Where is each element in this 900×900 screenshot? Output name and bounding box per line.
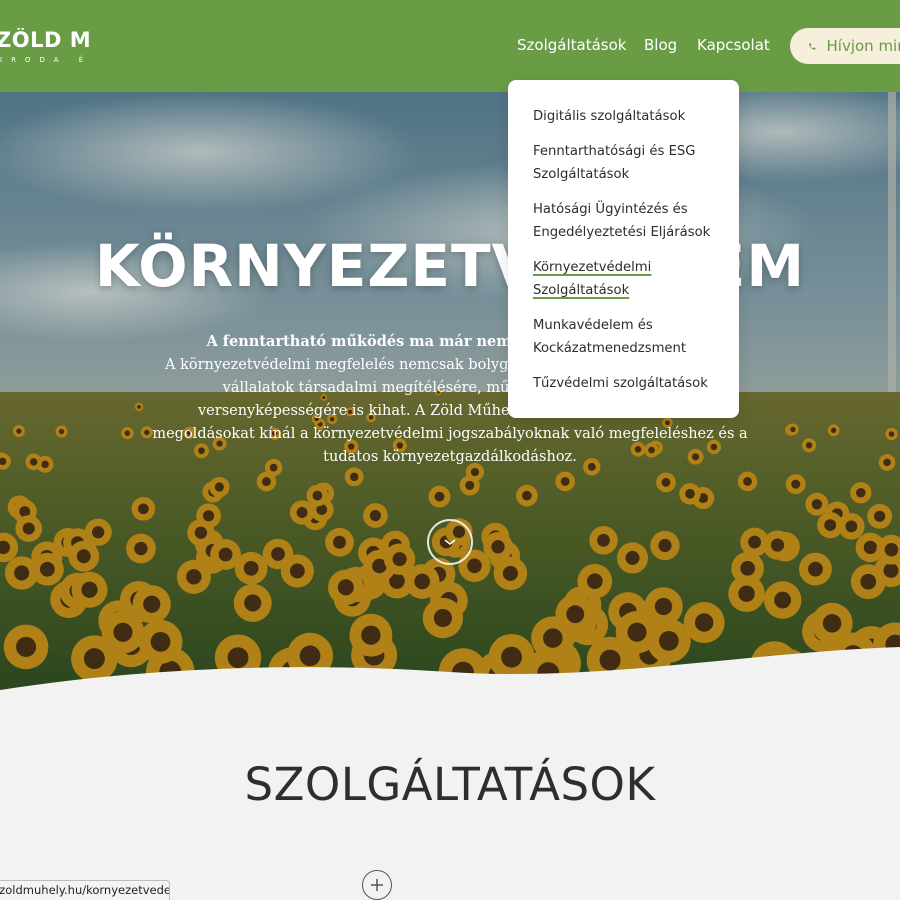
logo-text: ZÖLD MŰHELY xyxy=(0,28,90,52)
expand-button[interactable] xyxy=(362,870,392,900)
logo[interactable]: ZÖLD MŰHELY IRODA ÉS SZOLGÁLTATÁS CE xyxy=(0,28,90,68)
call-button[interactable]: Hívjon minket xyxy=(790,28,900,64)
nav-services[interactable]: Szolgáltatások xyxy=(517,36,626,54)
dropdown-item-fire-safety[interactable]: Tűzvédelmi szolgáltatások xyxy=(533,372,723,395)
services-section-title: SZOLGÁLTATÁSOK xyxy=(244,758,656,811)
site-header: ZÖLD MŰHELY IRODA ÉS SZOLGÁLTATÁS CE Szo… xyxy=(0,0,900,92)
scroll-down-button[interactable] xyxy=(427,519,473,565)
hero-section: KÖRNYEZETVÉDELEM A fenntartható működés … xyxy=(0,92,900,692)
logo-subtitle: IRODA ÉS SZOLGÁLTATÁS CE xyxy=(0,56,90,64)
dropdown-item-digital[interactable]: Digitális szolgáltatások xyxy=(533,105,723,128)
nav-blog[interactable]: Blog xyxy=(644,36,677,54)
call-button-label: Hívjon minket xyxy=(826,37,900,55)
link-status-bar: https://zoldmuhely.hu/kornyezetvedelmi-s… xyxy=(0,880,170,900)
dropdown-item-workplace-safety[interactable]: Munkavédelem és Kockázatmenedzsment xyxy=(533,314,723,360)
dropdown-item-permits[interactable]: Hatósági Ügyintézés és Engedélyeztetési … xyxy=(533,198,723,244)
dropdown-item-esg[interactable]: Fenntarthatósági és ESG Szolgáltatások xyxy=(533,140,723,186)
services-dropdown: Digitális szolgáltatások Fenntarthatóság… xyxy=(508,80,739,418)
nav-contact[interactable]: Kapcsolat xyxy=(697,36,770,54)
hero-title: KÖRNYEZETVÉDELEM xyxy=(94,232,806,300)
status-url: https://zoldmuhely.hu/kornyezetvedelmi-s… xyxy=(0,883,169,897)
phone-icon xyxy=(809,42,816,50)
plus-icon xyxy=(371,879,383,891)
dropdown-item-environmental[interactable]: Környezetvédelmi Szolgáltatások xyxy=(533,256,723,302)
chevron-down-icon xyxy=(444,539,456,546)
